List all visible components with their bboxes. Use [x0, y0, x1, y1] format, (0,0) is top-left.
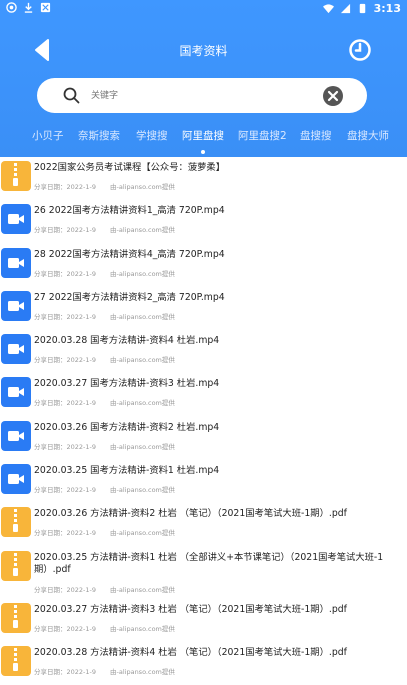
- header: 3:13 国考资料 小贝子 奈斯搜索 学搜搜 阿里盘搜 阿里盘搜2 盘搜搜 盘搜…: [0, 0, 407, 157]
- clear-icon[interactable]: [323, 86, 343, 106]
- notification-icon: [40, 2, 51, 13]
- file-meta: 分享日期：2022-1-9 由-alipanso.com提供: [34, 354, 175, 364]
- list-item[interactable]: 2020.03.26 国考方法精讲-资料2 杜岩.mp4 分享日期：2022-1-…: [0, 417, 407, 460]
- zip-file-icon: [1, 602, 31, 633]
- file-name: 2022国家公务员考试课程【公众号：菠萝柔】: [34, 162, 226, 173]
- search-bar: [37, 78, 367, 113]
- page-title: 国考资料: [179, 44, 228, 58]
- status-time: 3:13: [373, 2, 401, 15]
- list-item[interactable]: 2020.03.27 国考方法精讲-资料3 杜岩.mp4 分享日期：2022-1-…: [0, 373, 407, 416]
- video-file-icon: [1, 290, 31, 321]
- file-name: 28 2022国考方法精讲资料4_高清 720P.mp4: [34, 248, 225, 260]
- source-label: 由-alipanso.com提供: [110, 356, 175, 365]
- source-label: 由-alipanso.com提供: [110, 624, 175, 633]
- list-item[interactable]: 2022国家公务员考试课程【公众号：菠萝柔】 分享日期：2022-1-9 由-ali…: [0, 157, 407, 200]
- source-label: 由-alipanso.com提供: [110, 529, 175, 538]
- file-meta: 分享日期：2022-1-9 由-alipanso.com提供: [34, 623, 175, 633]
- file-meta: 分享日期：2022-1-9 由-alipanso.com提供: [34, 666, 175, 676]
- share-date: 分享日期：2022-1-9: [34, 442, 97, 451]
- share-date: 分享日期：2022-1-9: [34, 486, 97, 495]
- video-file-icon: [1, 377, 31, 408]
- file-meta: 分享日期：2022-1-9 由-alipanso.com提供: [34, 397, 175, 407]
- share-date: 分享日期：2022-1-9: [34, 529, 97, 538]
- file-name: 27 2022国考方法精讲资料2_高清 720P.mp4: [34, 291, 225, 303]
- list-item[interactable]: 27 2022国考方法精讲资料2_高清 720P.mp4 分享日期：2022-1-…: [0, 287, 407, 330]
- app-notification-icon: [6, 2, 17, 13]
- share-date: 分享日期：2022-1-9: [34, 356, 97, 365]
- share-date: 分享日期：2022-1-9: [34, 399, 97, 408]
- file-name: 2020.03.28 方法精讲-资料4 杜岩 （笔记）（2021国考笔试大班-1…: [34, 646, 347, 658]
- file-name: 2020.03.26 国考方法精讲-资料2 杜岩.mp4: [34, 421, 220, 433]
- file-name: 2020.03.28 国考方法精讲-资料4 杜岩.mp4: [34, 335, 220, 347]
- source-label: 由-alipanso.com提供: [110, 442, 175, 451]
- file-name: 2020.03.26 方法精讲-资料2 杜岩 （笔记）（2021国考笔试大班-1…: [34, 508, 347, 520]
- file-meta: 分享日期：2022-1-9 由-alipanso.com提供: [34, 527, 175, 537]
- zip-file-icon: [1, 161, 31, 191]
- file-meta: 分享日期：2022-1-9 由-alipanso.com提供: [34, 441, 175, 451]
- zip-file-icon: [1, 507, 31, 538]
- download-icon: [24, 2, 33, 13]
- file-meta: 分享日期：2022-1-9 由-alipanso.com提供: [34, 181, 175, 191]
- share-date: 分享日期：2022-1-9: [34, 585, 97, 594]
- tab-pansoudashi[interactable]: 盘搜大师: [347, 128, 389, 143]
- search-icon[interactable]: [63, 87, 80, 104]
- source-label: 由-alipanso.com提供: [110, 486, 175, 495]
- search-input[interactable]: [89, 84, 333, 108]
- list-item[interactable]: 2020.03.27 方法精讲-资料3 杜岩 （笔记）（2021国考笔试大班-1…: [0, 599, 407, 642]
- file-list: 2022国家公务员考试课程【公众号：菠萝柔】 分享日期：2022-1-9 由-ali…: [0, 157, 407, 685]
- source-label: 由-alipanso.com提供: [110, 226, 175, 235]
- zip-file-icon: [1, 645, 31, 676]
- source-label: 由-alipanso.com提供: [110, 399, 175, 408]
- share-date: 分享日期：2022-1-9: [34, 183, 97, 191]
- source-label: 由-alipanso.com提供: [110, 183, 175, 191]
- file-name: 26 2022国考方法精讲资料1_高清 720P.mp4: [34, 205, 225, 217]
- share-date: 分享日期：2022-1-9: [34, 312, 97, 321]
- list-item[interactable]: 2020.03.28 国考方法精讲-资料4 杜岩.mp4 分享日期：2022-1-…: [0, 330, 407, 373]
- tab-alipansou[interactable]: 阿里盘搜: [182, 128, 224, 143]
- tab-pansousou[interactable]: 盘搜搜: [300, 128, 332, 143]
- source-tabs: 小贝子 奈斯搜索 学搜搜 阿里盘搜 阿里盘搜2 盘搜搜 盘搜大师: [0, 128, 407, 150]
- source-label: 由-alipanso.com提供: [110, 269, 175, 278]
- battery-icon: [359, 3, 365, 14]
- file-name: 2020.03.27 方法精讲-资料3 杜岩 （笔记）（2021国考笔试大班-1…: [34, 603, 347, 615]
- file-name: 2020.03.25 方法精讲-资料1 杜岩 （全部讲义+本节课笔记）（2021…: [34, 551, 384, 575]
- signal-icon: [340, 3, 350, 14]
- list-item[interactable]: 2020.03.25 方法精讲-资料1 杜岩 （全部讲义+本节课笔记）（2021…: [0, 547, 407, 599]
- file-meta: 分享日期：2022-1-9 由-alipanso.com提供: [34, 584, 175, 594]
- list-item[interactable]: 2020.03.26 方法精讲-资料2 杜岩 （笔记）（2021国考笔试大班-1…: [0, 503, 407, 546]
- active-tab-indicator: [201, 150, 205, 154]
- video-file-icon: [1, 204, 31, 235]
- share-date: 分享日期：2022-1-9: [34, 624, 97, 633]
- video-file-icon: [1, 334, 31, 365]
- video-file-icon: [1, 464, 31, 495]
- file-meta: 分享日期：2022-1-9 由-alipanso.com提供: [34, 224, 175, 234]
- tab-xiaobeizi[interactable]: 小贝子: [32, 128, 64, 143]
- tab-alipansou2[interactable]: 阿里盘搜2: [238, 128, 287, 143]
- zip-file-icon: [1, 550, 31, 581]
- wifi-icon: [322, 4, 334, 14]
- file-meta: 分享日期：2022-1-9 由-alipanso.com提供: [34, 484, 175, 494]
- source-label: 由-alipanso.com提供: [110, 667, 175, 676]
- tab-xuesousou[interactable]: 学搜搜: [136, 128, 168, 143]
- list-item[interactable]: 28 2022国考方法精讲资料4_高清 720P.mp4 分享日期：2022-1-…: [0, 244, 407, 287]
- file-meta: 分享日期：2022-1-9 由-alipanso.com提供: [34, 311, 175, 321]
- tab-naisi[interactable]: 奈斯搜索: [78, 128, 120, 143]
- status-bar: 3:13: [0, 0, 407, 18]
- file-name: 2020.03.25 国考方法精讲-资料1 杜岩.mp4: [34, 465, 220, 477]
- share-date: 分享日期：2022-1-9: [34, 667, 97, 676]
- source-label: 由-alipanso.com提供: [110, 585, 175, 594]
- list-item[interactable]: 2020.03.28 方法精讲-资料4 杜岩 （笔记）（2021国考笔试大班-1…: [0, 642, 407, 685]
- video-file-icon: [1, 247, 31, 278]
- list-item[interactable]: 2020.03.25 国考方法精讲-资料1 杜岩.mp4 分享日期：2022-1-…: [0, 460, 407, 503]
- file-meta: 分享日期：2022-1-9 由-alipanso.com提供: [34, 268, 175, 278]
- title-bar: 国考资料: [0, 30, 407, 70]
- history-clock-icon[interactable]: [348, 38, 372, 62]
- source-label: 由-alipanso.com提供: [110, 312, 175, 321]
- share-date: 分享日期：2022-1-9: [34, 269, 97, 278]
- list-item[interactable]: 26 2022国考方法精讲资料1_高清 720P.mp4 分享日期：2022-1-…: [0, 200, 407, 243]
- file-name: 2020.03.27 国考方法精讲-资料3 杜岩.mp4: [34, 378, 220, 390]
- video-file-icon: [1, 420, 31, 451]
- share-date: 分享日期：2022-1-9: [34, 226, 97, 235]
